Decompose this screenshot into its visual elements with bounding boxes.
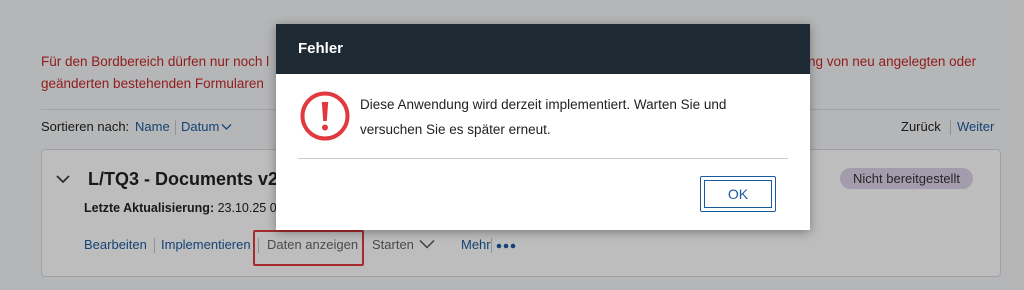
dialog-message-line1: Diese Anwendung wird derzeit implementie… [360,97,727,112]
dialog-message: Diese Anwendung wird derzeit implementie… [360,92,780,142]
dialog-title: Fehler [298,40,344,57]
page: Für den Bordbereich dürfen nur noch l ng… [0,0,1024,290]
dialog-header: Fehler [276,24,810,74]
ok-button[interactable]: OK [700,176,776,212]
ok-button-label: OK [704,180,772,208]
error-dialog: Fehler Diese Anwendung wird derzeit impl… [276,24,810,230]
dialog-divider [298,158,788,159]
dialog-message-line2: versuchen Sie es später erneut. [360,122,551,137]
exclamation-circle-icon [300,91,350,141]
